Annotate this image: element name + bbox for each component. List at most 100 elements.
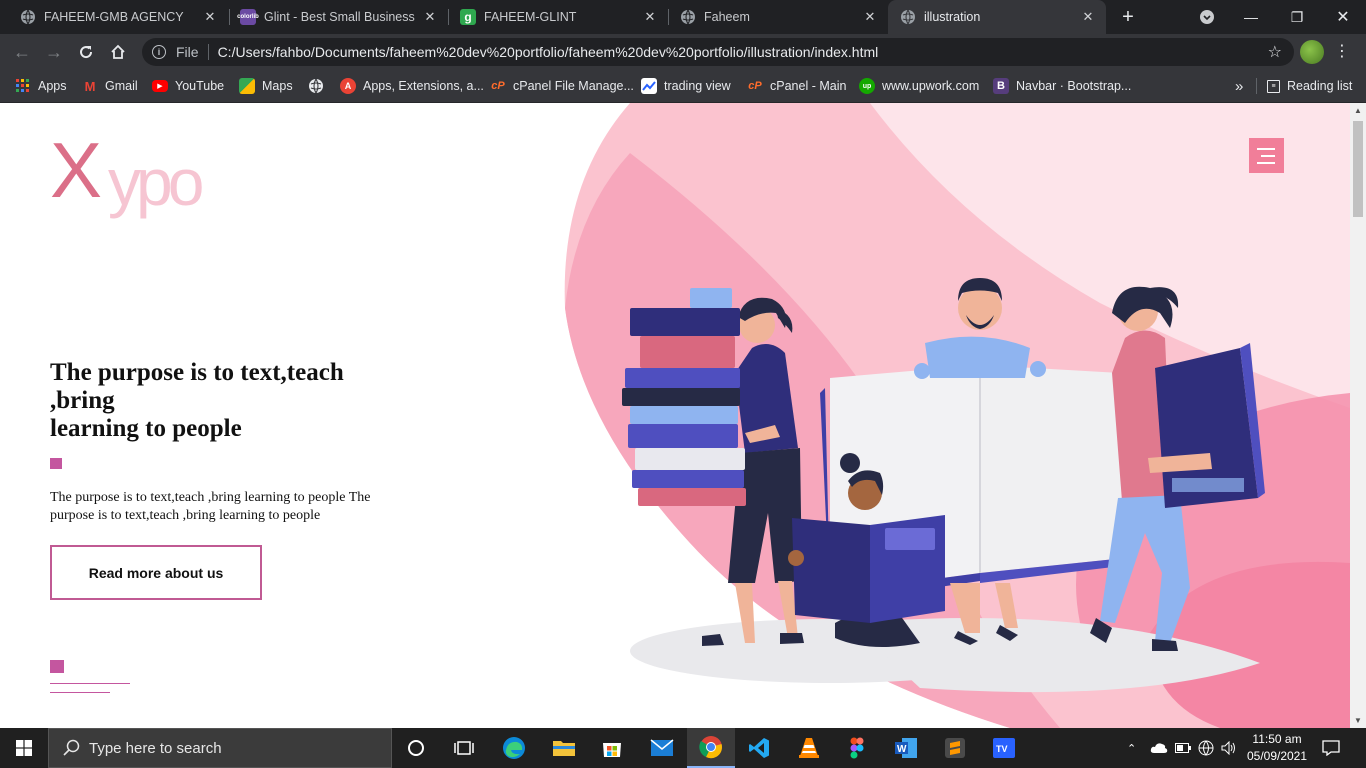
- taskbar-clock[interactable]: 11:50 am 05/09/2021: [1240, 731, 1314, 765]
- footer-accent-square: [50, 660, 64, 673]
- address-url[interactable]: C:/Users/fahbo/Documents/faheem%20dev%20…: [218, 44, 879, 60]
- address-bar[interactable]: i File C:/Users/fahbo/Documents/faheem%2…: [142, 38, 1294, 66]
- scroll-down-arrow-icon[interactable]: ▼: [1354, 716, 1362, 725]
- hero-title-line: ,bring: [50, 387, 115, 414]
- tab-faheem-glint[interactable]: g FAHEEM-GLINT ✕: [440, 0, 668, 34]
- chrome-menu-icon[interactable]: ⋮: [1334, 40, 1350, 64]
- vlc-icon[interactable]: [785, 728, 833, 768]
- new-tab-button[interactable]: +: [1106, 0, 1150, 34]
- logo-wordmark: ypo: [108, 145, 204, 219]
- svg-text:TV: TV: [996, 744, 1008, 754]
- network-globe-icon[interactable]: [1198, 728, 1214, 768]
- globe-icon: [308, 78, 324, 94]
- more-bookmarks-button[interactable]: »: [1235, 76, 1243, 96]
- onedrive-cloud-icon[interactable]: [1150, 728, 1168, 768]
- menu-line: [1257, 161, 1275, 164]
- microsoft-store-icon[interactable]: [588, 728, 636, 768]
- cortana-circle-icon[interactable]: [392, 728, 440, 768]
- youtube-icon: ▶: [152, 80, 168, 92]
- maps-icon: [239, 78, 255, 94]
- cpanel-icon: cP: [491, 80, 505, 92]
- bookmark-upwork[interactable]: up www.upwork.com: [859, 76, 979, 96]
- hero-title-line: learning to people: [50, 415, 242, 442]
- bookmark-star-icon[interactable]: ☆: [1268, 42, 1282, 62]
- bookmark-maps[interactable]: Maps: [239, 76, 293, 96]
- colorlib-icon: colorlib: [237, 9, 259, 25]
- page-scrollbar[interactable]: ▲ ▼: [1350, 103, 1366, 728]
- app-icon[interactable]: TV: [980, 728, 1028, 768]
- figma-icon[interactable]: [833, 728, 881, 768]
- reading-list-button[interactable]: ≡ Reading list: [1256, 76, 1352, 96]
- scrollbar-thumb[interactable]: [1353, 121, 1363, 217]
- volume-icon[interactable]: [1221, 728, 1237, 768]
- bookmarks-bar: Apps M Gmail ▶ YouTube Maps A Apps, Exte…: [0, 70, 1366, 103]
- windows-start-button[interactable]: [0, 728, 48, 768]
- address-scheme-label: File: [176, 44, 199, 60]
- notifications-icon[interactable]: [1322, 728, 1340, 768]
- minimize-icon[interactable]: —: [1228, 0, 1274, 34]
- windows-taskbar: Type here to search W TV ⌃ 11:50 am 05/0…: [0, 728, 1366, 768]
- taskbar-search-box[interactable]: Type here to search: [48, 728, 392, 768]
- tab-search-icon[interactable]: [1184, 0, 1230, 34]
- read-more-button[interactable]: Read more about us: [50, 545, 262, 600]
- profile-avatar[interactable]: [1300, 40, 1324, 64]
- upwork-icon: up: [859, 78, 875, 94]
- address-divider: [207, 44, 209, 60]
- search-icon: [63, 739, 80, 756]
- bookmark-navbar-bootstrap[interactable]: B Navbar · Bootstrap...: [993, 76, 1131, 96]
- globe-icon: [680, 9, 696, 25]
- bookmark-apps[interactable]: Apps: [15, 76, 67, 96]
- close-tab-icon[interactable]: ✕: [198, 5, 222, 29]
- reload-icon[interactable]: [72, 38, 100, 66]
- tab-faheem[interactable]: Faheem ✕: [660, 0, 888, 34]
- bookmark-gmail[interactable]: M Gmail: [82, 76, 138, 96]
- forward-arrow-icon[interactable]: →: [40, 38, 68, 66]
- word-icon[interactable]: W: [882, 728, 930, 768]
- file-explorer-icon[interactable]: [540, 728, 588, 768]
- hamburger-menu-button[interactable]: [1249, 138, 1284, 173]
- tab-faheem-gmb[interactable]: FAHEEM-GMB AGENCY ✕: [0, 0, 228, 34]
- close-tab-icon[interactable]: ✕: [858, 5, 882, 29]
- extensions-icon: A: [340, 78, 356, 94]
- hero-title-line: The purpose is to text,teach: [50, 359, 344, 386]
- bookmark-trading-view[interactable]: trading view: [641, 76, 731, 96]
- tab-glint-best-small-business[interactable]: colorlib Glint - Best Small Business W ✕: [220, 0, 448, 34]
- bookmark-divider: [1256, 78, 1257, 94]
- back-arrow-icon[interactable]: ←: [8, 38, 36, 66]
- close-tab-icon[interactable]: ✕: [638, 5, 662, 29]
- apps-grid-icon: [15, 78, 31, 94]
- sublime-text-icon[interactable]: [931, 728, 979, 768]
- edge-icon[interactable]: [490, 728, 538, 768]
- bookmark-globe[interactable]: [308, 76, 331, 96]
- browser-tab-strip: FAHEEM-GMB AGENCY ✕ colorlib Glint - Bes…: [0, 0, 1366, 34]
- hero-title: The purpose is to text,teach ,bring lear…: [50, 359, 370, 443]
- bookmark-youtube[interactable]: ▶ YouTube: [152, 76, 224, 96]
- bookmark-cpanel-main[interactable]: cP cPanel - Main: [747, 76, 846, 96]
- close-tab-icon[interactable]: ✕: [1076, 5, 1100, 29]
- accent-square: [50, 458, 62, 469]
- chrome-icon[interactable]: [687, 728, 735, 768]
- browser-toolbar: ← → i File C:/Users/fahbo/Documents/fahe…: [0, 34, 1366, 70]
- hero-paragraph: The purpose is to text,teach ,bring lear…: [50, 490, 371, 523]
- windows-logo-icon: [16, 740, 32, 756]
- bookmark-cpanel-file-manager[interactable]: cP cPanel File Manage...: [490, 76, 634, 96]
- tab-illustration[interactable]: illustration ✕: [888, 0, 1106, 34]
- glint-g-icon: g: [460, 9, 476, 25]
- close-window-icon[interactable]: ✕: [1320, 0, 1366, 34]
- scroll-up-arrow-icon[interactable]: ▲: [1354, 106, 1362, 115]
- menu-line: [1257, 147, 1275, 150]
- bookmark-apps-extensions[interactable]: A Apps, Extensions, a...: [340, 76, 484, 96]
- battery-icon[interactable]: [1175, 728, 1191, 768]
- reading-list-icon: ≡: [1267, 79, 1280, 93]
- clock-date: 05/09/2021: [1246, 749, 1308, 763]
- home-icon[interactable]: [104, 38, 132, 66]
- reading-people-illustration: [564, 103, 1350, 728]
- close-tab-icon[interactable]: ✕: [418, 5, 442, 29]
- restore-icon[interactable]: ❐: [1274, 0, 1320, 34]
- show-hidden-icons-chevron[interactable]: ⌃: [1127, 728, 1136, 768]
- mail-icon[interactable]: [638, 728, 686, 768]
- task-view-icon[interactable]: [440, 728, 488, 768]
- site-info-icon[interactable]: i: [152, 45, 166, 59]
- globe-icon: [900, 9, 916, 25]
- vscode-icon[interactable]: [735, 728, 783, 768]
